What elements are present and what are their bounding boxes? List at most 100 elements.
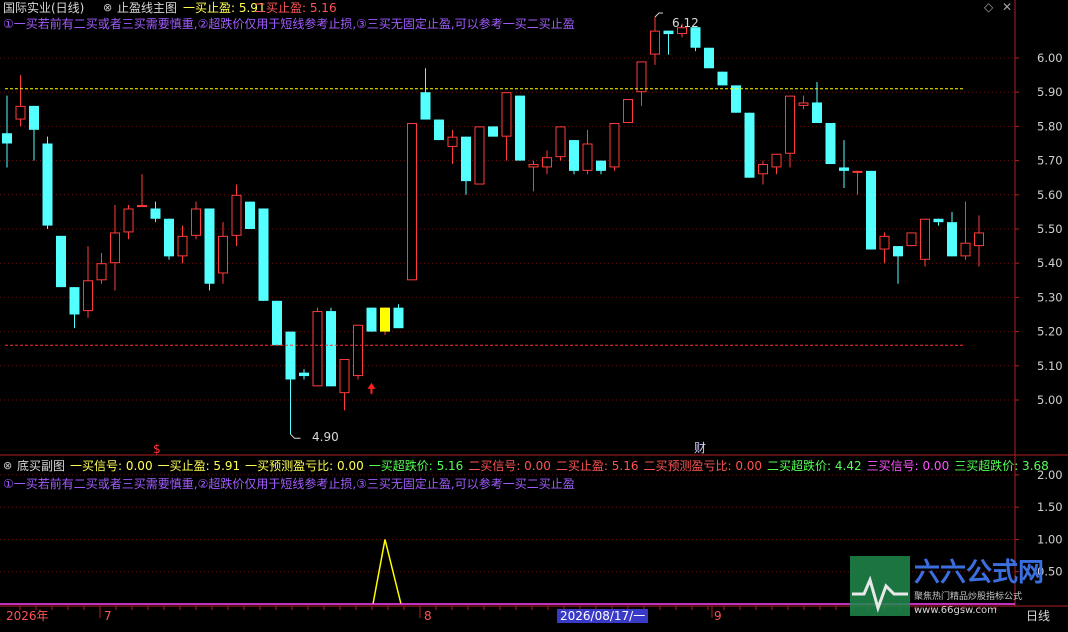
- sub-indicator-name[interactable]: 底买副图: [17, 459, 65, 473]
- sub-indicator-value: 二买超跌价: 4.42: [767, 459, 862, 473]
- candle-body: [447, 136, 458, 147]
- diamond-icon[interactable]: ◇: [984, 0, 993, 14]
- candle-body: [272, 300, 282, 346]
- candle-body: [2, 133, 12, 144]
- low-price-label: 4.90: [312, 430, 339, 444]
- candle-body: [717, 71, 728, 86]
- month-9-label: 9: [714, 609, 722, 623]
- candle-body: [110, 232, 120, 264]
- candle-body: [218, 235, 228, 274]
- candle-body: [650, 30, 660, 55]
- high-price-label: 6.12: [672, 16, 699, 30]
- candle-body: [893, 246, 903, 257]
- high-pointer: [654, 12, 663, 18]
- watermark-slogan: 聚焦热门精品炒股指标公式: [914, 592, 1023, 602]
- candle-body: [204, 208, 215, 284]
- sub-indicator-value: 一买信号: 0.00: [70, 459, 153, 473]
- cursor-date: 2026/08/17/一: [557, 609, 649, 623]
- candle-body: [731, 85, 741, 113]
- candle-body: [960, 242, 971, 257]
- sub-y-tick-label: 1.50: [1037, 500, 1063, 514]
- candle-body: [245, 201, 255, 229]
- candle-body: [663, 30, 674, 35]
- sub-y-tick-label: 1.00: [1037, 532, 1063, 546]
- chevron-down-icon[interactable]: ⊗: [103, 1, 112, 15]
- candle-body: [555, 126, 566, 158]
- year-label: 2026年: [6, 609, 49, 623]
- candle-body: [879, 235, 890, 250]
- candle-body: [947, 222, 957, 257]
- candle-body: [326, 311, 336, 387]
- candle-body: [83, 280, 93, 312]
- watermark-logo: 六六公式网 聚焦热门精品炒股指标公式 www.66gsw.com: [850, 556, 1062, 618]
- month-8-label: 8: [424, 609, 432, 623]
- candle-body: [285, 331, 296, 380]
- main-indicator-name[interactable]: 止盈线主图: [117, 1, 177, 15]
- candle-body: [29, 105, 39, 130]
- candle-body: [434, 119, 444, 141]
- candle-body: [825, 122, 836, 165]
- stock-title: 国际实业(日线): [3, 1, 85, 15]
- candle-body: [393, 307, 404, 329]
- low-pointer: [290, 433, 301, 439]
- candle-body: [704, 47, 714, 69]
- candle-body: [812, 102, 822, 123]
- y-tick-label: 5.10: [1037, 359, 1063, 373]
- sub-indicator-value: 二买信号: 0.00: [468, 459, 551, 473]
- y-tick-label: 5.80: [1037, 119, 1063, 133]
- candle-body: [231, 194, 242, 236]
- candle-body: [15, 105, 26, 120]
- candle-body: [839, 167, 849, 171]
- candle-body: [339, 358, 350, 394]
- candle-body: [636, 61, 647, 93]
- candle-body: [515, 95, 525, 161]
- candle-body: [974, 232, 984, 247]
- sub-indicator-value: 三买超跌价: 3.68: [954, 459, 1049, 473]
- candle-body: [798, 102, 809, 106]
- stop2-label: 二买止盈: 5.16: [254, 1, 337, 15]
- finance-marker: 财: [694, 441, 707, 455]
- y-tick-label: 5.20: [1037, 325, 1063, 339]
- candle-body: [366, 307, 377, 332]
- candle-body: [258, 208, 269, 301]
- chart-canvas[interactable]: 5.00 5.10 5.20 5.30 5.40 5.50 5.60 5.70 5.80 5.90…: [0, 0, 1068, 628]
- candle-body: [906, 232, 917, 247]
- y-tick-label: 5.60: [1037, 188, 1063, 202]
- candle-body: [42, 143, 53, 226]
- candle-body: [164, 218, 174, 257]
- chart-window[interactable]: 5.00 5.10 5.20 5.30 5.40 5.50 5.60 5.70 5.80 5.90…: [0, 0, 1068, 628]
- buy-arrow-icon: [367, 382, 376, 394]
- chevron-down-icon[interactable]: ⊗: [3, 459, 12, 473]
- candle-body: [69, 287, 80, 315]
- sub-indicator-value: 三买信号: 0.00: [866, 459, 950, 473]
- candle-body: [56, 235, 66, 288]
- sub-indicator-value: 一买预测盈亏比: 0.00: [245, 459, 364, 473]
- y-tick-label: 5.90: [1037, 85, 1063, 99]
- y-tick-label: 5.50: [1037, 222, 1063, 236]
- candle-body: [933, 218, 944, 223]
- month-7-label: 7: [104, 609, 112, 623]
- y-tick-label: 6.00: [1037, 51, 1063, 65]
- candle-body: [623, 99, 633, 123]
- candle-body: [353, 324, 363, 377]
- candle-body: [299, 372, 309, 377]
- sub-indicator-value: 一买止盈: 5.91: [157, 459, 241, 473]
- candle-body: [312, 311, 323, 387]
- candle-body: [177, 235, 188, 257]
- candle-body: [191, 208, 201, 236]
- close-icon[interactable]: ✕: [1002, 0, 1012, 14]
- y-tick-label: 5.40: [1037, 256, 1063, 270]
- y-tick-label: 5.30: [1037, 290, 1063, 304]
- candle-body: [501, 92, 512, 137]
- candle-body: [744, 112, 755, 178]
- candle-body: [137, 205, 147, 208]
- candle-body: [488, 126, 498, 137]
- candle-body: [407, 122, 417, 281]
- candle-body: [758, 164, 768, 175]
- candle-body: [785, 95, 795, 154]
- candle-body: [920, 218, 930, 260]
- watermark-name: 六六公式网: [914, 558, 1045, 588]
- candle-body: [461, 136, 471, 182]
- candle-body: [96, 263, 107, 281]
- candle-body: [474, 126, 485, 185]
